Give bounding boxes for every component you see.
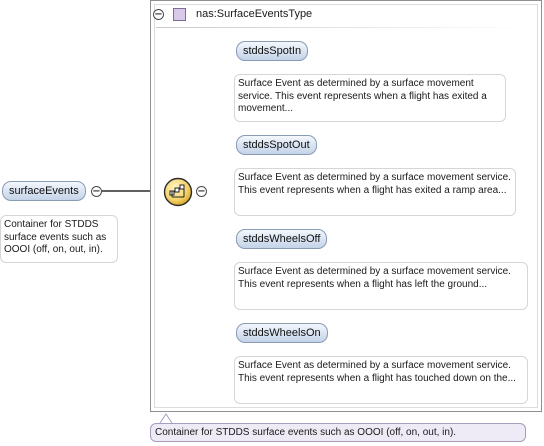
element-label: stddsSpotIn [243, 45, 302, 57]
element-stddsWheelsOn[interactable]: stddsWheelsOn [236, 323, 328, 343]
type-name: nas:SurfaceEventsType [196, 8, 313, 20]
element-annotation: Surface Event as determined by a surface… [234, 262, 528, 310]
element-label: stddsWheelsOff [243, 233, 321, 245]
element-annotation: Surface Event as determined by a surface… [234, 356, 528, 404]
element-annotation-text: Surface Event as determined by a surface… [238, 266, 511, 290]
root-collapse-toggle[interactable]: − [91, 186, 102, 197]
element-stddsSpotOut[interactable]: stddsSpotOut [236, 135, 317, 155]
complex-type-icon [173, 8, 186, 21]
element-annotation-text: Surface Event as determined by a surface… [238, 172, 511, 196]
root-annotation-text: Container for STDDS surface events such … [4, 219, 107, 255]
sequence-collapse-toggle[interactable]: − [196, 186, 207, 197]
type-collapse-toggle[interactable]: − [153, 9, 164, 20]
element-stddsSpotIn[interactable]: stddsSpotIn [236, 41, 309, 61]
element-label: stddsSpotOut [243, 139, 310, 151]
element-annotation-text: Surface Event as determined by a surface… [238, 78, 487, 114]
root-annotation: Container for STDDS surface events such … [0, 215, 118, 263]
root-element-surfaceEvents[interactable]: surfaceEvents [2, 181, 86, 201]
footer-annotation: Container for STDDS surface events such … [150, 423, 526, 442]
sequence-compositor-icon[interactable] [163, 177, 193, 207]
footer-annotation-text: Container for STDDS surface events such … [155, 427, 457, 438]
type-header-divider [156, 27, 526, 28]
element-annotation-text: Surface Event as determined by a surface… [238, 360, 516, 384]
element-stddsWheelsOff[interactable]: stddsWheelsOff [236, 229, 328, 249]
element-annotation: Surface Event as determined by a surface… [234, 168, 516, 216]
element-annotation: Surface Event as determined by a surface… [234, 74, 506, 122]
element-label: stddsWheelsOn [243, 327, 321, 339]
root-element-label: surfaceEvents [9, 185, 79, 197]
